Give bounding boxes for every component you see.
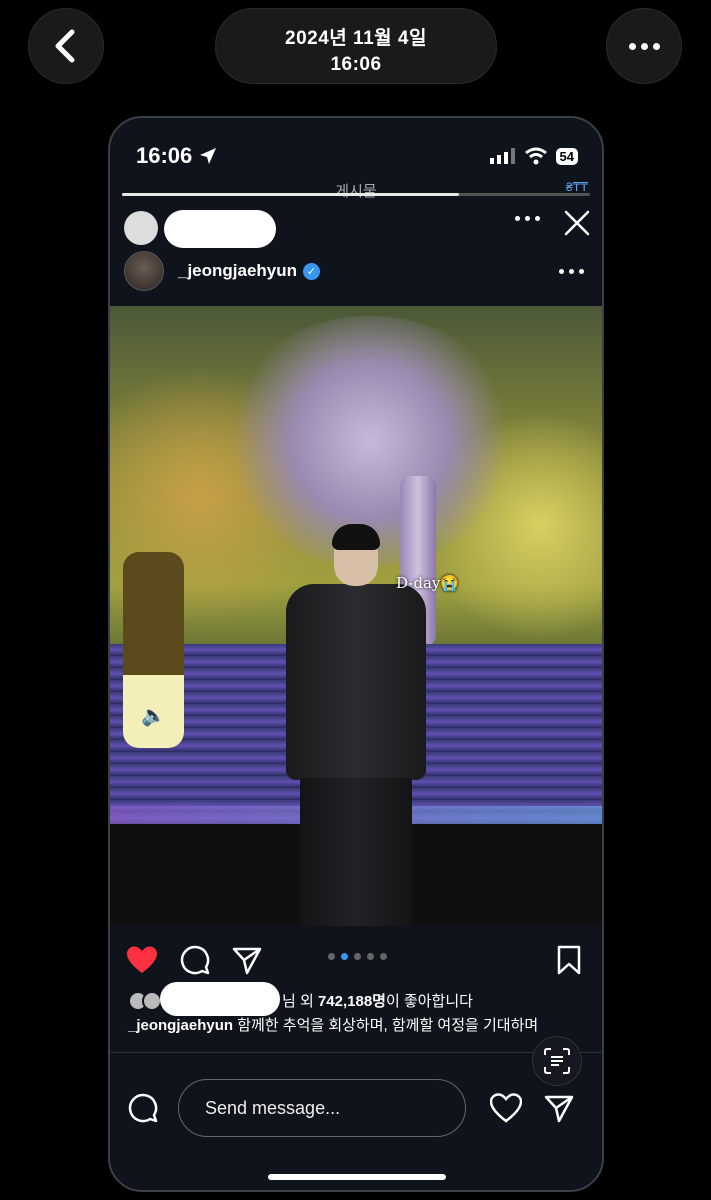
wifi-icon: [524, 147, 547, 165]
poster-avatar[interactable]: [124, 211, 158, 245]
location-arrow-icon: [200, 148, 217, 164]
story-progress-bar: [122, 193, 590, 196]
post-header: _jeongjaehyun ✓: [124, 250, 588, 292]
verified-badge-icon: ✓: [303, 262, 321, 280]
likes-prefix: 님 외: [282, 993, 318, 1010]
likes-suffix: 이 좋아합니다: [385, 993, 473, 1010]
carousel-dot: [367, 953, 374, 960]
viewer-time: 16:06: [330, 54, 382, 75]
carousel-dot: [341, 953, 348, 960]
avatar[interactable]: [124, 251, 164, 291]
signal-icon: [489, 148, 515, 164]
story-right-label: ₴₸₸: [566, 180, 588, 194]
redaction-mark: [160, 982, 280, 1016]
status-bar: 16:06 54: [136, 142, 578, 170]
back-button[interactable]: [28, 8, 104, 84]
phone-screenshot: 16:06 54 게시물 ₴₸₸ 6h _jeongjaehyun ✓: [108, 116, 604, 1192]
send-icon[interactable]: [544, 1093, 574, 1123]
story-more-icon[interactable]: [515, 216, 540, 221]
message-bar: Send message...: [128, 1078, 584, 1138]
post-actions: [126, 940, 582, 980]
redaction-mark: [164, 210, 276, 248]
comment-icon[interactable]: [180, 945, 210, 975]
carousel-dot: [380, 953, 387, 960]
speaker-icon: 🔈: [141, 705, 166, 727]
photo-text-overlay: D-day😭: [396, 574, 460, 592]
status-time: 16:06: [136, 143, 193, 168]
viewer-date: 2024년 11월 4일: [285, 28, 427, 49]
carousel-indicator: [328, 953, 387, 960]
close-icon[interactable]: [562, 208, 592, 238]
heart-filled-icon[interactable]: [126, 945, 158, 975]
carousel-dot: [354, 953, 361, 960]
post-username[interactable]: _jeongjaehyun: [178, 261, 297, 281]
post-caption: _jeongjaehyun 함께한 추억을 회상하며, 함께할 여정을 기대하며: [128, 1016, 562, 1036]
more-horizontal-icon: [628, 42, 660, 50]
battery-indicator: 54: [555, 147, 578, 165]
home-indicator: [268, 1174, 446, 1180]
caption-text: 함께한 추억을 회상하며, 함께할 여정을 기대하며: [233, 1017, 539, 1034]
story-header-label: 게시물: [335, 183, 377, 200]
camera-chat-icon[interactable]: [128, 1093, 158, 1123]
carousel-dot: [328, 953, 335, 960]
chevron-left-icon: [55, 29, 75, 63]
volume-slider[interactable]: 🔈: [123, 552, 184, 748]
text-scan-icon: [544, 1048, 570, 1074]
share-icon[interactable]: [232, 945, 262, 975]
likes-count: 742,188명: [317, 993, 386, 1010]
send-message-input[interactable]: Send message...: [178, 1079, 466, 1137]
caption-username[interactable]: _jeongjaehyun: [128, 1017, 233, 1034]
heart-icon[interactable]: [490, 1093, 522, 1123]
more-button[interactable]: [606, 8, 682, 84]
story-poster-row: 6h: [124, 208, 592, 248]
date-time-pill: 2024년 11월 4일 16:06: [215, 8, 497, 84]
post-more-icon[interactable]: [559, 268, 584, 274]
post-photo[interactable]: D-day😭 🔈: [110, 306, 602, 926]
bookmark-icon[interactable]: [556, 945, 582, 975]
likes-line[interactable]: 님 외 742,188명이 좋아합니다: [128, 982, 584, 1016]
